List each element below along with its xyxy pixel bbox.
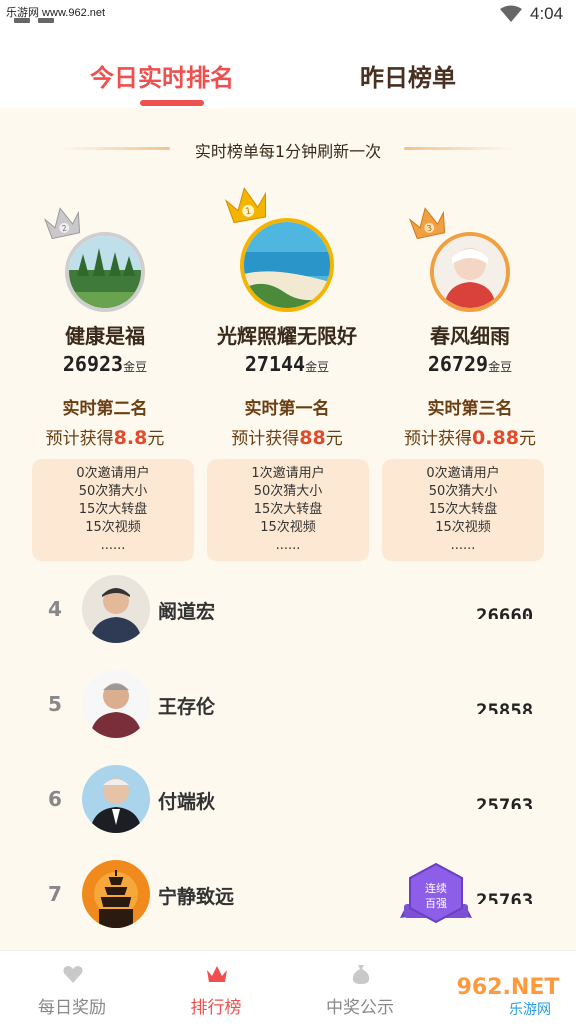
tab-today-realtime[interactable]: 今日实时排名	[90, 58, 234, 93]
row-name: 王存伦	[158, 696, 216, 718]
active-tab-indicator	[140, 100, 204, 106]
podium-name: 光辉照耀无限好	[217, 324, 357, 348]
podium-rank-label: 实时第一名	[244, 399, 330, 419]
list-item[interactable]: 6 付端秋 25763	[0, 753, 576, 848]
nav-label: 每日奖励	[38, 998, 106, 1018]
task-line: 0次邀请用户	[76, 466, 150, 481]
task-summary-box: 1次邀请用户 50次猜大小 15次大转盘 15次视频 ......	[207, 459, 369, 561]
task-line: 15次大转盘	[253, 502, 323, 517]
task-summary-box: 0次邀请用户 50次猜大小 15次大转盘 15次视频 ......	[382, 459, 544, 561]
row-rank: 4	[48, 597, 62, 621]
row-score: 26660	[476, 605, 534, 619]
podium-name: 春风细雨	[430, 324, 510, 348]
avatar	[82, 860, 150, 928]
silver-crown-icon: 2	[44, 207, 81, 240]
podium-score: 27144金豆	[244, 352, 330, 376]
row-rank: 6	[48, 787, 62, 811]
crown-icon	[207, 966, 227, 982]
divider-decoration-right	[404, 147, 514, 150]
list-item[interactable]: 7 宁静致远 连续 百强 25763	[0, 848, 576, 943]
status-clock: 4:04	[530, 4, 564, 23]
gold-crown-icon: 1	[224, 187, 267, 224]
task-line: 50次猜大小	[428, 484, 498, 499]
site-logo-watermark: 962.NET 乐游网	[457, 975, 560, 1018]
badge-line-1: 连续	[425, 881, 447, 895]
refresh-note: 实时榜单每1分钟刷新一次	[194, 142, 382, 161]
podium-rank-label: 实时第二名	[62, 399, 148, 419]
task-line: 50次猜大小	[78, 484, 148, 499]
task-line: 50次猜大小	[253, 484, 323, 499]
avatar	[82, 670, 150, 738]
heart-gift-icon	[63, 966, 83, 983]
badge-line-2: 百强	[425, 897, 447, 910]
notification-icons	[14, 18, 54, 23]
leaderboard-panel: 实时榜单每1分钟刷新一次 2 健康是福 26923金豆 实时第二名 预计获得8.…	[0, 108, 576, 950]
bronze-crown-icon: 3	[409, 207, 446, 240]
row-rank: 7	[48, 882, 62, 906]
podium-rank-label: 实时第三名	[427, 399, 513, 419]
avatar-second	[65, 232, 145, 312]
task-line: 15次视频	[435, 520, 491, 535]
row-score: 25763	[476, 795, 534, 809]
row-name: 阚道宏	[158, 601, 216, 623]
task-line: 15次视频	[85, 520, 141, 535]
logo-text-top: 962.NET	[457, 975, 560, 1000]
row-rank: 5	[48, 692, 62, 716]
podium-reward: 预计获得88元	[231, 427, 343, 449]
avatar-third	[430, 232, 510, 312]
row-name: 付端秋	[158, 791, 216, 813]
task-line: ......	[275, 538, 301, 553]
logo-text-bottom: 乐游网	[509, 1002, 551, 1018]
task-line: 15次视频	[260, 520, 316, 535]
podium-score: 26923金豆	[62, 352, 148, 376]
podium-reward: 预计获得8.8元	[45, 427, 165, 449]
wifi-icon	[500, 5, 522, 22]
task-line: 1次邀请用户	[251, 466, 325, 481]
list-item[interactable]: 5 王存伦 25858	[0, 658, 576, 753]
nav-winner-announcement[interactable]: 中奖公示	[300, 951, 420, 1025]
task-summary-box: 0次邀请用户 50次猜大小 15次大转盘 15次视频 ......	[32, 459, 194, 561]
podium-score: 26729金豆	[427, 352, 513, 376]
task-line: 15次大转盘	[78, 502, 148, 517]
row-name: 宁静致远	[158, 886, 235, 908]
row-score: 25763	[476, 890, 534, 904]
top100-streak-badge-icon: 连续 百强	[400, 862, 472, 924]
avatar	[82, 765, 150, 833]
tab-yesterday-list[interactable]: 昨日榜单	[360, 58, 456, 93]
nav-label: 中奖公示	[326, 998, 394, 1018]
avatar-first	[240, 218, 334, 312]
task-line: 15次大转盘	[428, 502, 498, 517]
podium-reward: 预计获得0.88元	[404, 427, 536, 449]
ranking-tabs: 今日实时排名 昨日榜单	[0, 30, 576, 108]
nav-label: 排行榜	[190, 998, 242, 1018]
task-line: ......	[100, 538, 126, 553]
nav-leaderboard[interactable]: 排行榜	[156, 951, 276, 1025]
status-bar: 乐游网 www.962.net 4:04	[0, 0, 576, 30]
money-bag-icon	[352, 965, 370, 984]
list-item[interactable]: 4 阚道宏 26660	[0, 563, 576, 658]
nav-daily-reward[interactable]: 每日奖励	[12, 951, 132, 1025]
avatar	[82, 575, 150, 643]
task-line: 0次邀请用户	[426, 466, 500, 481]
podium-name: 健康是福	[65, 324, 145, 348]
task-line: ......	[450, 538, 476, 553]
row-score: 25858	[476, 700, 534, 714]
